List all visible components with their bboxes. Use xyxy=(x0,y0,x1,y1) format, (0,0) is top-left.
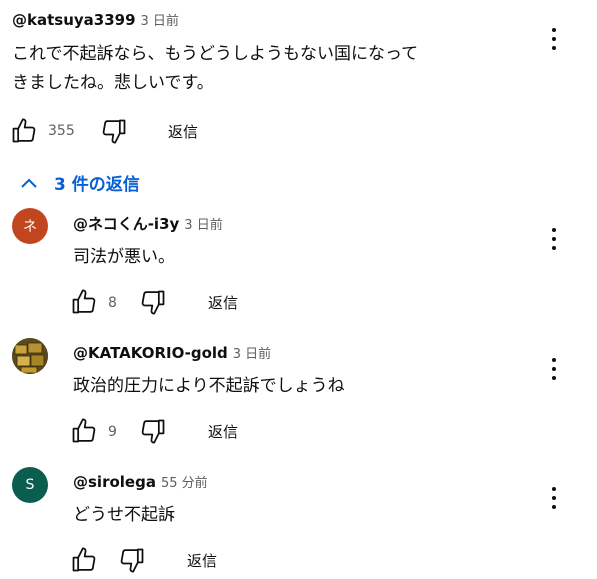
kebab-dot xyxy=(552,228,556,232)
avatar-letter: ネ xyxy=(23,219,37,235)
kebab-dot xyxy=(552,246,556,250)
comment-header: @katsuya3399 3 日前 xyxy=(12,10,179,29)
avatar-letter: S xyxy=(25,477,35,493)
reply-header: @KATAKORIO-gold 3 日前 xyxy=(73,343,271,362)
replies-toggle-label: 3 件の返信 xyxy=(54,175,140,195)
thumbs-up-icon xyxy=(72,418,96,443)
kebab-dot xyxy=(552,237,556,241)
avatar[interactable]: ネ xyxy=(12,208,48,244)
reply-button[interactable]: 返信 xyxy=(168,121,198,142)
like-button[interactable] xyxy=(10,117,38,149)
reply-text: 政治的圧力により不起訴でしょうね xyxy=(73,376,345,396)
chevron-up-icon xyxy=(21,178,37,188)
dislike-button[interactable] xyxy=(118,546,146,578)
thumbs-up-icon xyxy=(72,289,96,314)
avatar[interactable]: S xyxy=(12,467,48,503)
avatar-image xyxy=(12,338,48,374)
reply-menu-button[interactable] xyxy=(551,228,557,250)
kebab-dot xyxy=(552,376,556,380)
reply-text: 司法が悪い。 xyxy=(73,247,175,267)
reply-text: どうせ不起訴 xyxy=(73,505,175,525)
like-button[interactable] xyxy=(70,546,98,578)
like-count: 8 xyxy=(108,295,117,311)
comment-time[interactable]: 3 日前 xyxy=(141,14,179,29)
reply-author[interactable]: @sirolega xyxy=(73,473,156,491)
reply-button[interactable]: 返信 xyxy=(187,550,217,571)
reply-time[interactable]: 55 分前 xyxy=(161,476,208,491)
thumbs-down-icon xyxy=(102,119,126,144)
kebab-dot xyxy=(552,505,556,509)
kebab-dot xyxy=(552,28,556,32)
reply-time[interactable]: 3 日前 xyxy=(184,218,222,233)
reply-menu-button[interactable] xyxy=(551,487,557,509)
thumbs-down-icon xyxy=(141,290,165,315)
kebab-dot xyxy=(552,487,556,491)
dislike-button[interactable] xyxy=(139,288,167,320)
reply-menu-button[interactable] xyxy=(551,358,557,380)
reply-button[interactable]: 返信 xyxy=(208,421,238,442)
reply-time[interactable]: 3 日前 xyxy=(233,347,271,362)
like-button[interactable] xyxy=(70,417,98,449)
comment-text-line: きましたね。悲しいです。 xyxy=(12,73,214,93)
like-button[interactable] xyxy=(70,288,98,320)
dislike-button[interactable] xyxy=(100,117,128,149)
reply-header: @ネコくん-i3y 3 日前 xyxy=(73,213,223,234)
like-count: 355 xyxy=(48,123,75,139)
dislike-button[interactable] xyxy=(139,417,167,449)
reply-author[interactable]: @KATAKORIO-gold xyxy=(73,344,228,362)
comment-text-line: これで不起訴なら、もうどうしようもない国になって xyxy=(12,44,419,64)
thumbs-down-icon xyxy=(141,419,165,444)
kebab-dot xyxy=(552,37,556,41)
thumbs-down-icon xyxy=(120,548,144,573)
reply-author[interactable]: @ネコくん-i3y xyxy=(73,215,179,233)
comment-author[interactable]: @katsuya3399 xyxy=(12,11,136,29)
kebab-dot xyxy=(552,46,556,50)
kebab-dot xyxy=(552,358,556,362)
comment-menu-button[interactable] xyxy=(551,28,557,50)
comment-text: これで不起訴なら、もうどうしようもない国になって きましたね。悲しいです。 xyxy=(12,40,532,98)
like-count: 9 xyxy=(108,424,117,440)
replies-toggle[interactable]: 3 件の返信 xyxy=(20,170,140,195)
reply-button[interactable]: 返信 xyxy=(208,292,238,313)
thumbs-up-icon xyxy=(12,118,36,143)
kebab-dot xyxy=(552,496,556,500)
thumbs-up-icon xyxy=(72,547,96,572)
kebab-dot xyxy=(552,367,556,371)
avatar[interactable] xyxy=(12,338,48,374)
reply-header: @sirolega 55 分前 xyxy=(73,472,208,491)
